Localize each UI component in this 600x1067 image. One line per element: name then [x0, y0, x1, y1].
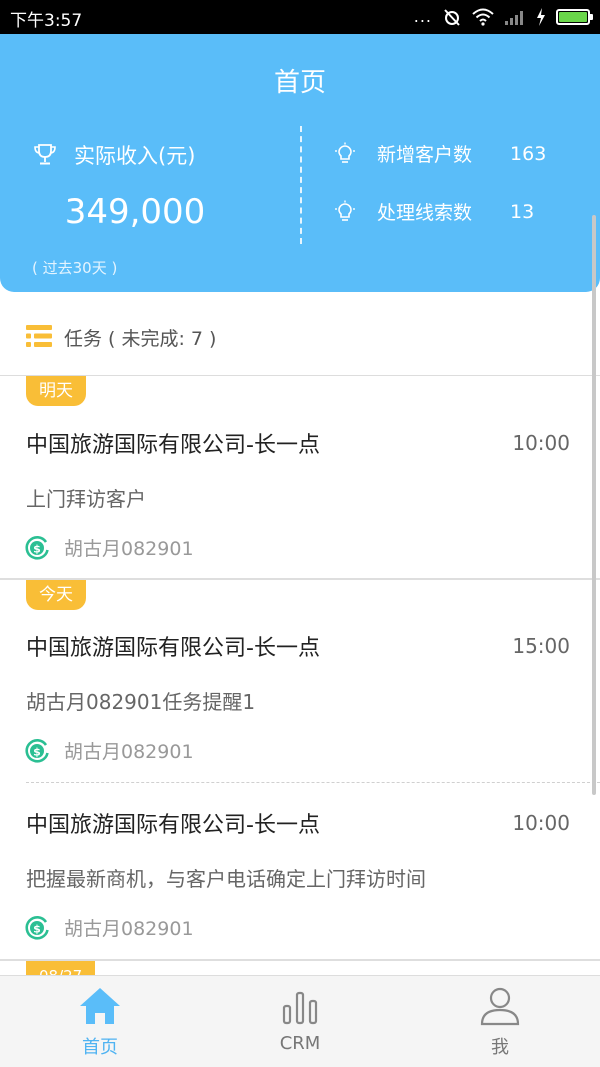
trophy-icon [34, 144, 56, 165]
nav-label: CRM [279, 1033, 321, 1054]
stat-processed-leads[interactable]: 处理线索数 13 [333, 198, 534, 225]
task-section-title: 任务 ( 未完成: 7 ) [64, 328, 217, 350]
task-title: 中国旅游国际有限公司-长一点 [26, 636, 320, 661]
svg-text:$: $ [33, 745, 41, 758]
income-summary[interactable]: 实际收入(元) [32, 140, 195, 170]
alarm-off-icon [444, 9, 460, 26]
nav-me[interactable]: 我 [400, 976, 600, 1067]
task-time: 10:00 [512, 811, 570, 835]
charging-icon [537, 8, 545, 26]
scrollbar[interactable] [592, 215, 596, 795]
status-bar: 下午3:57 ... [0, 0, 600, 34]
owner-name: 胡古月082901 [64, 918, 194, 940]
task-description: 胡古月082901任务提醒1 [26, 690, 256, 714]
bar-chart-icon [282, 991, 318, 1025]
money-icon: $ [25, 535, 49, 560]
header-divider [300, 126, 302, 244]
task-item[interactable]: 明天 中国旅游国际有限公司-长一点 10:00 上门拜访客户 $ 胡古月0829… [0, 376, 600, 579]
income-period: ( 过去30天 ) [32, 259, 118, 277]
income-value: 349,000 [64, 192, 206, 232]
signal-icon [505, 11, 523, 25]
task-list-icon [26, 325, 52, 347]
task-item[interactable]: 中国旅游国际有限公司-长一点 10:00 把握最新商机，与客户电话确定上门拜访时… [0, 783, 600, 959]
nav-home[interactable]: 首页 [0, 976, 200, 1067]
user-icon [480, 987, 520, 1026]
task-description: 上门拜访客户 [26, 487, 146, 511]
task-description: 把握最新商机，与客户电话确定上门拜访时间 [26, 867, 426, 891]
date-tag: 08/27 [26, 961, 96, 975]
income-label: 实际收入(元) [74, 144, 196, 168]
money-icon: $ [25, 738, 49, 763]
svg-text:$: $ [33, 922, 41, 935]
task-time: 10:00 [512, 431, 570, 455]
task-item[interactable]: 08/27 [0, 961, 600, 975]
task-owner: $ 胡古月082901 [24, 534, 194, 561]
bottom-nav: 首页 CRM 我 [0, 975, 600, 1067]
page-title: 首页 [273, 68, 326, 98]
nav-label: 我 [491, 1037, 509, 1058]
stat-new-customers[interactable]: 新增客户数 163 [333, 140, 546, 167]
task-time: 15:00 [512, 634, 570, 658]
lightbulb-icon [335, 200, 355, 221]
money-icon: $ [25, 915, 49, 940]
task-item[interactable]: 今天 中国旅游国际有限公司-长一点 15:00 胡古月082901任务提醒1 $… [0, 580, 600, 782]
date-tag: 明天 [26, 376, 86, 406]
task-section-header[interactable]: 任务 ( 未完成: 7 ) [0, 292, 600, 376]
wifi-icon [472, 8, 494, 26]
lightbulb-icon [335, 142, 355, 163]
task-owner: $ 胡古月082901 [24, 914, 194, 941]
stat-value: 163 [510, 142, 547, 165]
nav-label: 首页 [82, 1037, 118, 1058]
owner-name: 胡古月082901 [64, 538, 194, 560]
battery-icon [556, 9, 593, 25]
more-dots-icon: ... [413, 7, 432, 26]
svg-text:$: $ [33, 542, 41, 555]
stat-label: 处理线索数 [377, 202, 473, 224]
home-icon [80, 988, 120, 1024]
stat-value: 13 [510, 200, 535, 223]
task-title: 中国旅游国际有限公司-长一点 [26, 433, 320, 458]
task-title: 中国旅游国际有限公司-长一点 [26, 813, 320, 838]
nav-crm[interactable]: CRM [200, 976, 400, 1067]
owner-name: 胡古月082901 [64, 741, 194, 763]
date-tag: 今天 [26, 580, 86, 610]
status-time: 下午3:57 [10, 11, 83, 31]
dashboard-header: 首页 实际收入(元) 349,000 ( 过去30天 ) 新增客户数 163 处… [0, 34, 600, 292]
stat-label: 新增客户数 [377, 144, 473, 166]
task-owner: $ 胡古月082901 [24, 737, 194, 764]
status-icons: ... [413, 7, 593, 27]
